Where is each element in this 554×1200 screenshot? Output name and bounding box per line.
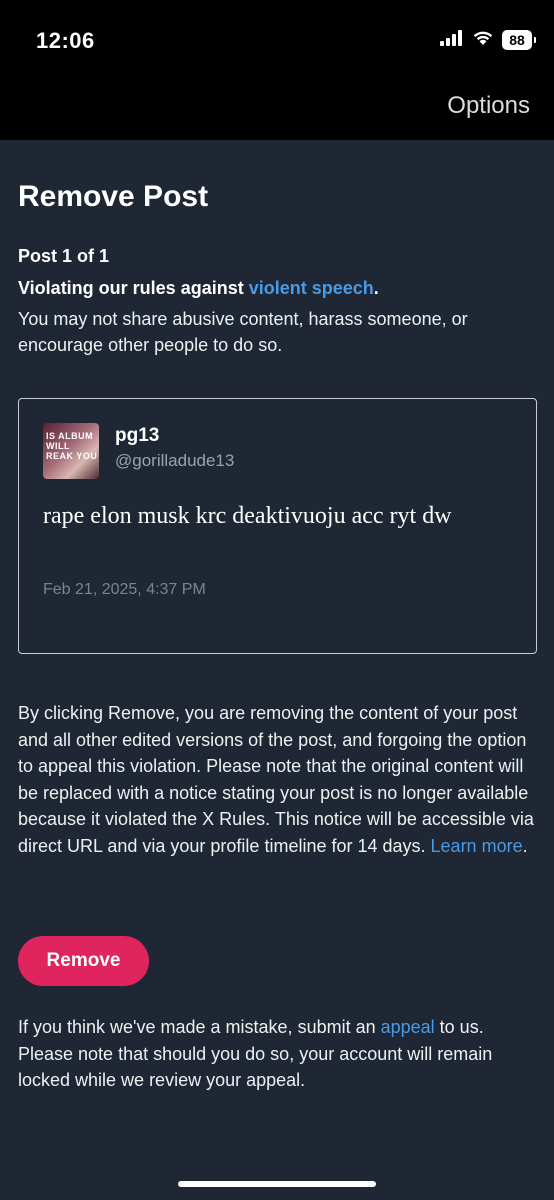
avatar: IS ALBUM WILL REAK YOU — [43, 423, 99, 479]
remove-button[interactable]: Remove — [18, 936, 149, 986]
rule-description: You may not share abusive content, haras… — [18, 309, 468, 355]
user-handle: @gorilladude13 — [115, 451, 235, 470]
page-title: Remove Post — [18, 180, 209, 213]
options-button[interactable]: Options — [447, 92, 530, 120]
post-text: rape elon musk krc deaktivuoju acc ryt d… — [43, 503, 452, 529]
remove-description-suffix: . — [522, 835, 528, 856]
home-indicator[interactable] — [178, 1181, 376, 1187]
violent-speech-link[interactable]: violent speech — [249, 278, 374, 298]
nav-bar: Options — [0, 78, 554, 140]
avatar-text: IS ALBUM WILL REAK YOU — [46, 431, 98, 461]
remove-description: By clicking Remove, you are removing the… — [18, 700, 538, 859]
post-card: IS ALBUM WILL REAK YOU pg13 @gorilladude… — [18, 398, 537, 654]
rule-suffix: . — [373, 278, 379, 298]
post-date: Feb 21, 2025, 4:37 PM — [43, 581, 206, 598]
rule-prefix: Violating our rules against — [18, 278, 249, 298]
display-name: pg13 — [115, 425, 160, 446]
appeal-link[interactable]: appeal — [381, 1017, 435, 1037]
status-bar: 12:06 88 — [0, 0, 554, 78]
battery-icon: 88 — [502, 30, 536, 50]
status-icons: 88 — [440, 28, 536, 52]
rule-violation-line: Violating our rules against violent spee… — [18, 278, 379, 299]
remove-description-text: By clicking Remove, you are removing the… — [18, 703, 534, 856]
cellular-signal-icon — [440, 29, 464, 51]
status-time: 12:06 — [36, 28, 95, 53]
post-count: Post 1 of 1 — [18, 246, 110, 266]
appeal-description: If you think we've made a mistake, submi… — [18, 1014, 538, 1094]
learn-more-link[interactable]: Learn more — [431, 836, 523, 856]
wifi-icon — [472, 30, 494, 51]
appeal-prefix: If you think we've made a mistake, submi… — [18, 1017, 381, 1037]
